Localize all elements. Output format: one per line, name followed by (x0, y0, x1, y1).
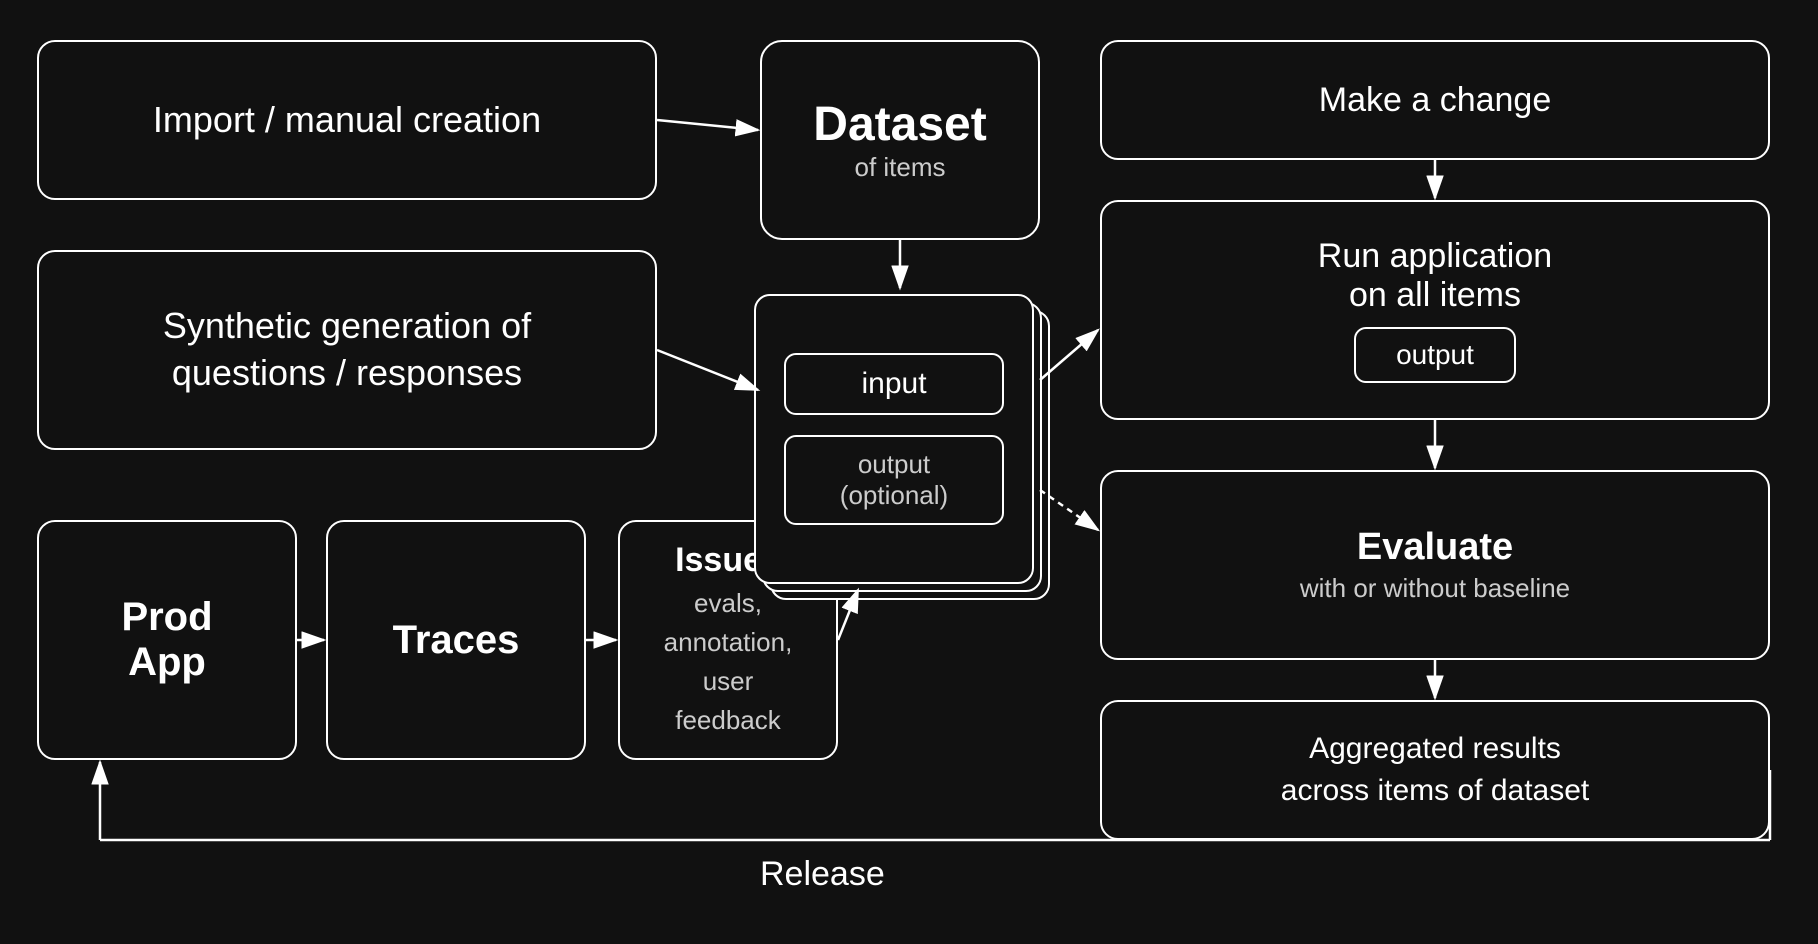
box-import: Import / manual creation (37, 40, 657, 200)
run-output-box: output (1354, 327, 1516, 383)
card-input: input (784, 353, 1004, 415)
card-front: input output (optional) (754, 294, 1034, 584)
box-make-change: Make a change (1100, 40, 1770, 160)
box-traces: Traces (326, 520, 586, 760)
box-prod-app: Prod App (37, 520, 297, 760)
evaluate-subtitle: with or without baseline (1300, 573, 1570, 604)
dataset-title: Dataset (813, 97, 986, 152)
make-change-label: Make a change (1319, 81, 1552, 120)
import-label: Import / manual creation (153, 99, 541, 141)
dataset-cards: input output (optional) (750, 290, 1050, 630)
synthetic-label: Synthetic generation of questions / resp… (163, 303, 531, 397)
box-dataset: Dataset of items (760, 40, 1040, 240)
dataset-subtitle: of items (854, 152, 945, 183)
card-output: output (optional) (784, 435, 1004, 525)
release-text: Release (760, 855, 885, 893)
evaluate-title: Evaluate (1357, 526, 1513, 569)
aggregated-label: Aggregated results across items of datas… (1281, 728, 1589, 812)
box-evaluate: Evaluate with or without baseline (1100, 470, 1770, 660)
box-aggregated: Aggregated results across items of datas… (1100, 700, 1770, 840)
box-run-app: Run application on all items output (1100, 200, 1770, 420)
release-label: Release (760, 855, 885, 894)
run-output-label: output (1396, 339, 1474, 370)
card-input-label: input (861, 367, 926, 400)
diagram-container: Import / manual creation Synthetic gener… (0, 0, 1818, 944)
run-app-title: Run application on all items (1318, 237, 1552, 315)
prod-app-label: Prod App (121, 595, 212, 685)
traces-label: Traces (393, 618, 520, 663)
box-synthetic: Synthetic generation of questions / resp… (37, 250, 657, 450)
card-output-label: output (optional) (840, 449, 948, 510)
